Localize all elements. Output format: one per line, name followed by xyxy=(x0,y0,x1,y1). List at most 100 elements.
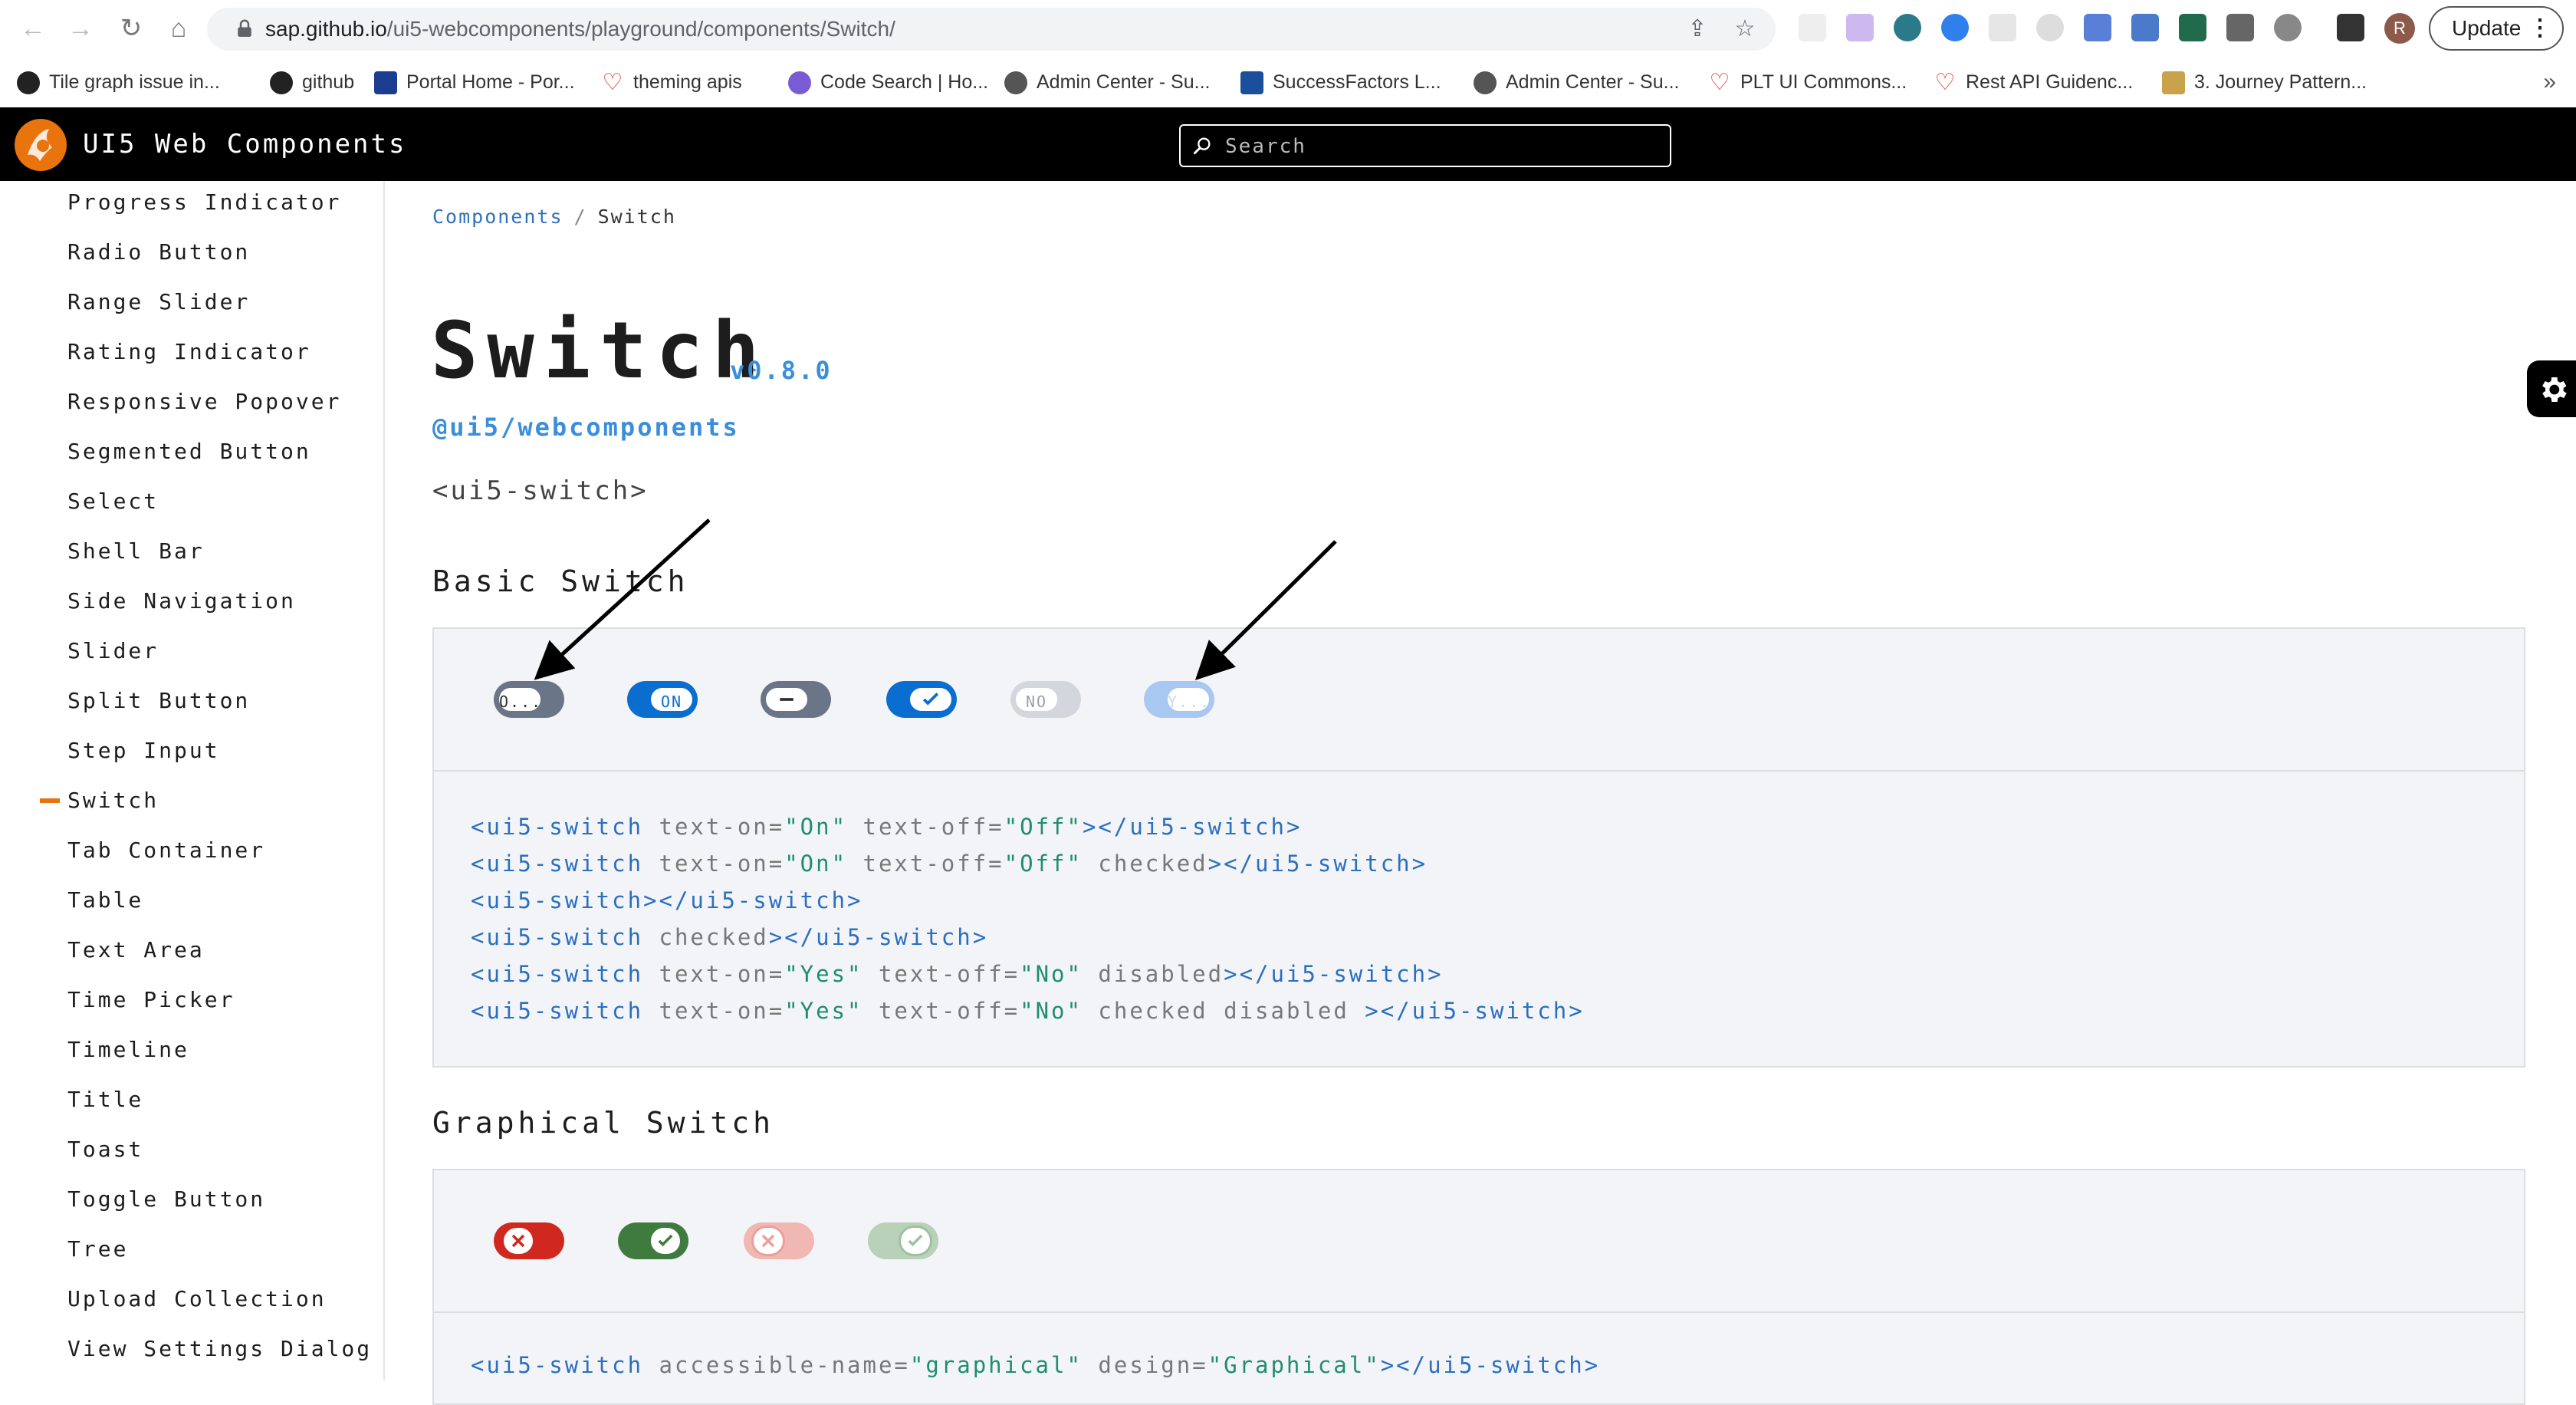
bookmark-item[interactable]: ♡ PLT UI Commons... xyxy=(1708,57,1907,107)
sidebar-item-split-button[interactable]: Split Button xyxy=(67,686,250,716)
bookmark-item[interactable]: ♡ Rest API Guidenc... xyxy=(1934,57,2134,107)
update-button[interactable]: Update ⋮ xyxy=(2429,6,2564,51)
code-line: <ui5-switch text-on="On" text-off="Off" … xyxy=(471,848,1428,879)
bookmark-item[interactable]: github xyxy=(270,57,354,107)
bookmark-item[interactable]: Portal Home - Por... xyxy=(374,57,575,107)
sidebar-item-table[interactable]: Table xyxy=(67,885,143,916)
globe-icon xyxy=(1474,71,1497,95)
sidebar-item-view-settings-dialog[interactable]: View Settings Dialog xyxy=(67,1334,372,1364)
extension-1-icon[interactable] xyxy=(1799,14,1826,41)
sidebar-item-switch[interactable]: Switch xyxy=(67,785,159,816)
bookmark-item[interactable]: Tile graph issue in... xyxy=(17,57,220,107)
profile-avatar[interactable]: R xyxy=(2384,13,2415,44)
extensions-puzzle-icon[interactable] xyxy=(2226,14,2254,41)
code-token: checked xyxy=(659,924,769,950)
performance-icon[interactable] xyxy=(2274,14,2302,41)
code-token: <ui5-switch></ui5-switch> xyxy=(471,887,863,913)
bookmark-item[interactable]: SuccessFactors L... xyxy=(1240,57,1441,107)
section-title-basic: Basic Switch xyxy=(432,564,689,598)
extension-5-icon[interactable] xyxy=(1989,14,2016,41)
bookmark-item[interactable]: ♡ theming apis xyxy=(601,57,742,107)
component-tag: <ui5-switch> xyxy=(432,475,649,506)
side-panel-icon[interactable] xyxy=(2337,14,2364,41)
home-icon[interactable]: ⌂ xyxy=(161,11,196,46)
heart-icon: ♡ xyxy=(1709,70,1730,96)
sidebar-item-side-navigation[interactable]: Side Navigation xyxy=(67,586,296,617)
search-input[interactable] xyxy=(1224,126,1656,167)
extension-2-icon[interactable] xyxy=(1846,14,1874,41)
sidebar-item-time-picker[interactable]: Time Picker xyxy=(67,985,235,1015)
address-bar[interactable]: sap.github.io/ui5-webcomponents/playgrou… xyxy=(207,8,1776,51)
browser-toolbar: ← → ↻ ⌂ sap.github.io/ui5-webcomponents/… xyxy=(0,0,2576,57)
sidebar-item-progress-indicator[interactable]: Progress Indicator xyxy=(67,187,341,218)
extension-3-icon[interactable] xyxy=(1894,14,1921,41)
graphical-switch-toggle[interactable] xyxy=(494,1222,564,1259)
graphical-switch-sample xyxy=(432,1169,2525,1313)
code-token: "Graphical" xyxy=(1208,1352,1381,1378)
sidebar-item-radio-button[interactable]: Radio Button xyxy=(67,237,250,268)
sidebar-item-toggle-button[interactable]: Toggle Button xyxy=(67,1184,265,1215)
sidebar-item-tree[interactable]: Tree xyxy=(67,1234,128,1265)
code-token: "Yes" xyxy=(784,998,863,1024)
sidebar-item-title[interactable]: Title xyxy=(67,1084,143,1115)
code-token: text-off= xyxy=(847,851,1004,877)
forward-icon[interactable]: → xyxy=(63,11,98,46)
code-token: checked disabled xyxy=(1082,998,1365,1024)
settings-button[interactable] xyxy=(2527,360,2576,417)
bookmark-item[interactable]: Admin Center - Su... xyxy=(1474,57,1679,107)
sidebar-item-upload-collection[interactable]: Upload Collection xyxy=(67,1284,327,1315)
breadcrumb-link-components[interactable]: Components xyxy=(432,206,564,228)
sidebar-item-timeline[interactable]: Timeline xyxy=(67,1035,189,1065)
package-link[interactable]: @ui5/webcomponents xyxy=(432,413,740,442)
search-field[interactable] xyxy=(1179,124,1671,167)
sidebar-item-text-area[interactable]: Text Area xyxy=(67,935,205,966)
menu-dots-icon[interactable]: ⋮ xyxy=(2528,8,2551,49)
bookmarks-overflow-icon[interactable]: » xyxy=(2543,57,2556,107)
switch-toggle[interactable] xyxy=(761,681,831,718)
code-token: text-on= xyxy=(659,814,785,840)
sidebar-item-segmented-button[interactable]: Segmented Button xyxy=(67,436,311,467)
bookmark-star-icon[interactable]: ☆ xyxy=(1731,15,1759,43)
extension-6-icon[interactable] xyxy=(2036,14,2064,41)
bookmark-label: Admin Center - Su... xyxy=(1506,71,1680,93)
github-icon xyxy=(270,71,293,95)
bookmark-label: Rest API Guidenc... xyxy=(1966,71,2134,93)
ui5-logo-icon[interactable] xyxy=(12,117,69,173)
code-token: text-off= xyxy=(847,814,1004,840)
code-line: <ui5-switch></ui5-switch> xyxy=(471,885,863,916)
sidebar-item-shell-bar[interactable]: Shell Bar xyxy=(67,536,205,567)
extension-s-icon[interactable] xyxy=(2179,14,2206,41)
bookmark-label: SuccessFactors L... xyxy=(1273,71,1441,93)
graphical-switch-toggle[interactable] xyxy=(618,1222,688,1259)
switch-toggle[interactable] xyxy=(886,681,957,718)
bookmark-item[interactable]: Admin Center - Su... xyxy=(1004,57,1210,107)
bookmark-item[interactable]: Code Search | Ho... xyxy=(788,57,988,107)
sidebar-item-tab-container[interactable]: Tab Container xyxy=(67,835,265,866)
bookmark-item[interactable]: 3. Journey Pattern... xyxy=(2162,57,2367,107)
sidebar-item-toast[interactable]: Toast xyxy=(67,1134,143,1165)
sidebar-item-responsive-popover[interactable]: Responsive Popover xyxy=(67,387,341,417)
code-token: text-on= xyxy=(659,961,785,987)
sidebar-item-step-input[interactable]: Step Input xyxy=(67,735,220,766)
app-title[interactable]: UI5 Web Components xyxy=(83,107,406,181)
eyedropper-icon[interactable] xyxy=(2131,14,2159,41)
sidebar-item-select[interactable]: Select xyxy=(67,486,159,517)
back-icon[interactable]: ← xyxy=(15,11,51,46)
code-token: ></ui5-switch> xyxy=(1082,814,1303,840)
switch-toggle[interactable]: Y... xyxy=(1144,681,1214,718)
switch-toggle[interactable]: ON xyxy=(627,681,698,718)
sidebar-item-rating-indicator[interactable]: Rating Indicator xyxy=(67,337,311,367)
share-icon[interactable]: ⇪ xyxy=(1684,15,1711,43)
sidebar-item-slider[interactable]: Slider xyxy=(67,636,159,666)
code-token: checked xyxy=(1082,851,1208,877)
extension-7-icon[interactable] xyxy=(2084,14,2111,41)
extension-4-icon[interactable] xyxy=(1941,14,1969,41)
bookmark-label: github xyxy=(302,71,355,93)
bookmark-label: 3. Journey Pattern... xyxy=(2194,71,2367,93)
reload-icon[interactable]: ↻ xyxy=(113,11,149,46)
switch-toggle[interactable]: NO xyxy=(1010,681,1081,718)
switch-toggle[interactable]: O... xyxy=(494,681,564,718)
sidebar-item-range-slider[interactable]: Range Slider xyxy=(67,287,250,318)
graphical-switch-toggle[interactable] xyxy=(868,1222,938,1259)
graphical-switch-toggle[interactable] xyxy=(744,1222,814,1259)
